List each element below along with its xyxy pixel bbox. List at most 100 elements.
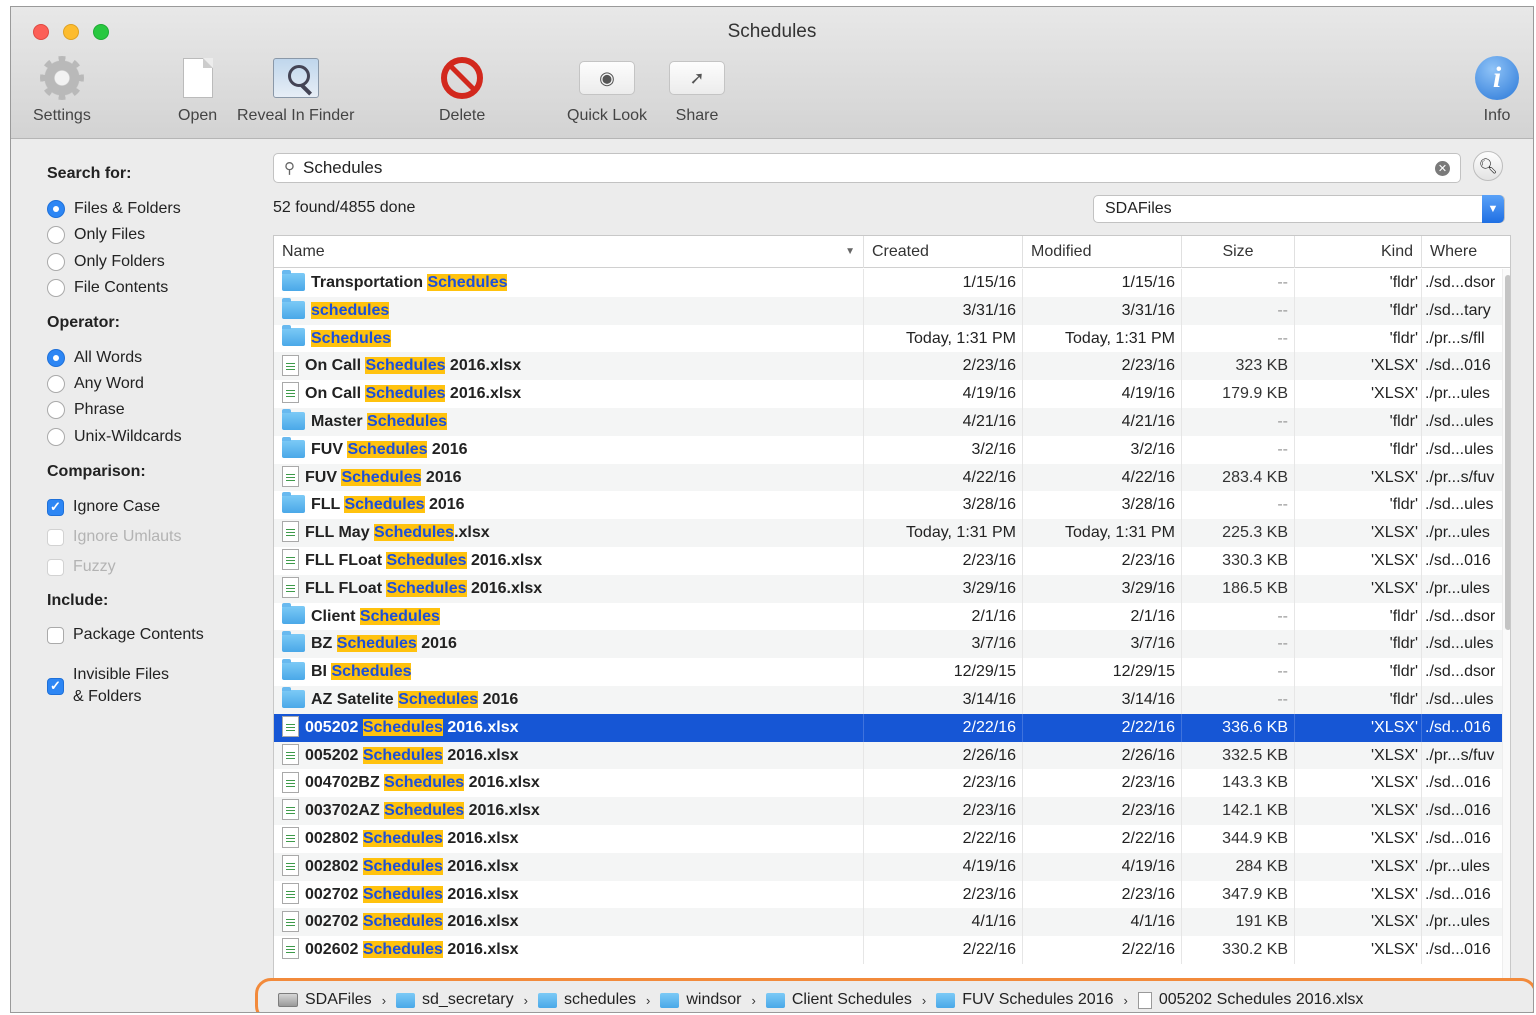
search-field[interactable]: ⚲ ✕ — [273, 153, 1461, 183]
cell-name: 002702 Schedules 2016.xlsx — [274, 908, 864, 937]
table-row[interactable]: 002602 Schedules 2016.xlsx 2/22/16 2/22/16… — [274, 936, 1502, 964]
search-for-heading: Search for: — [47, 165, 132, 182]
share-button[interactable]: ➚ Share — [669, 53, 725, 125]
delete-button[interactable]: Delete — [439, 53, 485, 125]
radio-button[interactable] — [47, 200, 65, 218]
name-prefix: AZ Satelite — [311, 690, 399, 708]
cell-where: ./sd...016 — [1422, 769, 1510, 797]
results-table: Name ▼ Created Modified Size Kind Where T… — [273, 235, 1511, 987]
option-file-contents[interactable]: File Contents — [47, 279, 168, 297]
path-item[interactable]: sd_secretary — [396, 991, 514, 1009]
table-row[interactable]: Schedules Today, 1:31 PM Today, 1:31 PM -- '… — [274, 324, 1502, 353]
match-highlight: Schedules — [347, 440, 428, 458]
table-row[interactable]: 002702 Schedules 2016.xlsx 2/23/16 2/23/16… — [274, 880, 1502, 909]
cell-where: ./sd...016 — [1422, 352, 1510, 380]
path-item[interactable]: schedules — [537, 991, 636, 1009]
match-highlight: Schedules — [367, 412, 448, 430]
cell-size: -- — [1182, 407, 1295, 436]
table-row[interactable]: AZ Satelite Schedules 2016 3/14/16 3/14/16… — [274, 685, 1502, 714]
table-row[interactable]: Transportation Schedules 1/15/16 1/15/16 --… — [274, 269, 1502, 297]
table-row[interactable]: 002802 Schedules 2016.xlsx 4/19/16 4/19/16… — [274, 852, 1502, 881]
column-header-size[interactable]: Size — [1182, 236, 1295, 268]
table-row[interactable]: FLL FLoat Schedules 2016.xlsx 3/29/16 3/29… — [274, 574, 1502, 603]
option-ignore-case[interactable]: ✓ Ignore Case — [47, 498, 160, 516]
table-row[interactable]: On Call Schedules 2016.xlsx 4/19/16 4/19/1… — [274, 380, 1502, 408]
option-all-words[interactable]: All Words — [47, 349, 142, 367]
cell-size: -- — [1182, 630, 1295, 659]
search-scope-select[interactable]: SDAFiles ▼ — [1093, 195, 1505, 223]
path-item[interactable]: Client Schedules — [765, 991, 912, 1009]
radio-button[interactable] — [47, 349, 65, 367]
table-row[interactable]: 004702BZ Schedules 2016.xlsx 2/23/16 2/23/… — [274, 769, 1502, 798]
radio-button[interactable] — [47, 428, 65, 446]
quick-look-button[interactable]: ◉ Quick Look — [567, 53, 647, 125]
table-row[interactable]: On Call Schedules 2016.xlsx 2/23/16 2/23/1… — [274, 352, 1502, 381]
option-package-contents[interactable]: Package Contents — [47, 626, 204, 644]
column-header-where[interactable]: Where — [1422, 236, 1510, 268]
info-button[interactable]: i Info — [1475, 53, 1519, 125]
reveal-in-finder-button[interactable]: Reveal In Finder — [237, 53, 354, 125]
table-row[interactable]: FUV Schedules 2016 3/2/16 3/2/16 --'fldr' ./… — [274, 435, 1502, 464]
cell-kind: 'XLSX' — [1295, 713, 1422, 742]
column-header-created[interactable]: Created — [864, 236, 1023, 268]
table-row[interactable]: Master Schedules 4/21/16 4/21/16 --'fldr' ./… — [274, 407, 1502, 436]
search-input[interactable] — [303, 158, 1435, 178]
clear-search-icon[interactable]: ✕ — [1435, 160, 1450, 176]
checkbox[interactable] — [47, 626, 64, 644]
radio-button[interactable] — [47, 253, 65, 271]
table-row[interactable]: schedules 3/31/16 3/31/16 --'fldr' ./sd...ta… — [274, 296, 1502, 325]
cell-name: 002802 Schedules 2016.xlsx — [274, 824, 864, 853]
checkbox[interactable]: ✓ — [47, 677, 64, 695]
spreadsheet-file-icon — [282, 382, 299, 404]
vertical-scrollbar[interactable] — [1502, 269, 1510, 986]
cell-where: ./sd...016 — [1422, 825, 1510, 853]
radio-button[interactable] — [47, 375, 65, 393]
path-item[interactable]: SDAFiles — [278, 991, 372, 1009]
option-only-folders[interactable]: Only Folders — [47, 253, 165, 271]
share-icon: ➚ — [669, 61, 725, 95]
option-only-files[interactable]: Only Files — [47, 226, 145, 244]
table-row[interactable]: 005202 Schedules 2016.xlsx 2/26/16 2/26/16… — [274, 741, 1502, 770]
table-row[interactable]: BZ Schedules 2016 3/7/16 3/7/16 --'fldr' ./s… — [274, 630, 1502, 659]
gear-icon — [39, 56, 84, 100]
column-header-name[interactable]: Name ▼ — [274, 236, 864, 268]
table-row[interactable]: 002702 Schedules 2016.xlsx 4/1/16 4/1/16 19… — [274, 908, 1502, 937]
cell-name: BI Schedules — [274, 658, 864, 686]
table-row[interactable]: FLL FLoat Schedules 2016.xlsx 2/23/16 2/23… — [274, 546, 1502, 575]
option-phrase[interactable]: Phrase — [47, 401, 125, 419]
path-item[interactable]: 005202 Schedules 2016.xlsx — [1137, 991, 1363, 1009]
path-item[interactable]: windsor — [660, 991, 742, 1009]
radio-button[interactable] — [47, 279, 65, 297]
table-row[interactable]: Client Schedules 2/1/16 2/1/16 --'fldr' ./sd… — [274, 602, 1502, 631]
checkbox — [47, 558, 64, 576]
table-row[interactable]: FLL Schedules 2016 3/28/16 3/28/16 --'fldr'… — [274, 491, 1502, 520]
match-highlight: Schedules — [336, 635, 417, 653]
table-row[interactable]: FLL May Schedules.xlsx Today, 1:31 PM Toda… — [274, 519, 1502, 547]
radio-button[interactable] — [47, 226, 65, 244]
search-button[interactable]: 🔍︎ — [1473, 151, 1503, 181]
spreadsheet-file-icon — [282, 855, 299, 876]
scrollbar-thumb[interactable] — [1505, 275, 1510, 630]
column-header-kind[interactable]: Kind — [1295, 236, 1422, 268]
column-header-modified[interactable]: Modified — [1023, 236, 1182, 268]
match-highlight: Schedules — [384, 802, 465, 820]
path-item[interactable]: FUV Schedules 2016 — [936, 991, 1113, 1009]
option-invisible-files[interactable]: ✓ Invisible Files & Folders — [47, 664, 169, 708]
table-row[interactable]: 005202 Schedules 2016.xlsx 2/22/16 2/22/16… — [274, 713, 1502, 742]
open-button[interactable]: Open — [178, 53, 217, 125]
radio-button[interactable] — [47, 401, 65, 419]
checkbox[interactable]: ✓ — [47, 498, 64, 516]
option-files-and-folders[interactable]: Files & Folders — [47, 200, 181, 218]
table-row[interactable]: 003702AZ Schedules 2016.xlsx 2/23/16 2/23/… — [274, 797, 1502, 825]
table-row[interactable]: BI Schedules 12/29/15 12/29/15 --'fldr' ./sd… — [274, 658, 1502, 686]
table-row[interactable]: FUV Schedules 2016 4/22/16 4/22/16 283.4 KB… — [274, 463, 1502, 492]
option-unix-wildcards[interactable]: Unix-Wildcards — [47, 428, 182, 446]
match-highlight: Schedules — [386, 579, 467, 597]
name-prefix: 005202 — [305, 718, 363, 736]
cell-modified: 2/23/16 — [1023, 769, 1182, 798]
table-row[interactable]: 002802 Schedules 2016.xlsx 2/22/16 2/22/16… — [274, 824, 1502, 853]
settings-button[interactable]: Settings — [33, 53, 91, 125]
title-bar: Schedules Settings Open Reveal In Finder… — [11, 7, 1533, 139]
option-any-word[interactable]: Any Word — [47, 375, 144, 393]
cell-created: 3/28/16 — [864, 491, 1023, 520]
